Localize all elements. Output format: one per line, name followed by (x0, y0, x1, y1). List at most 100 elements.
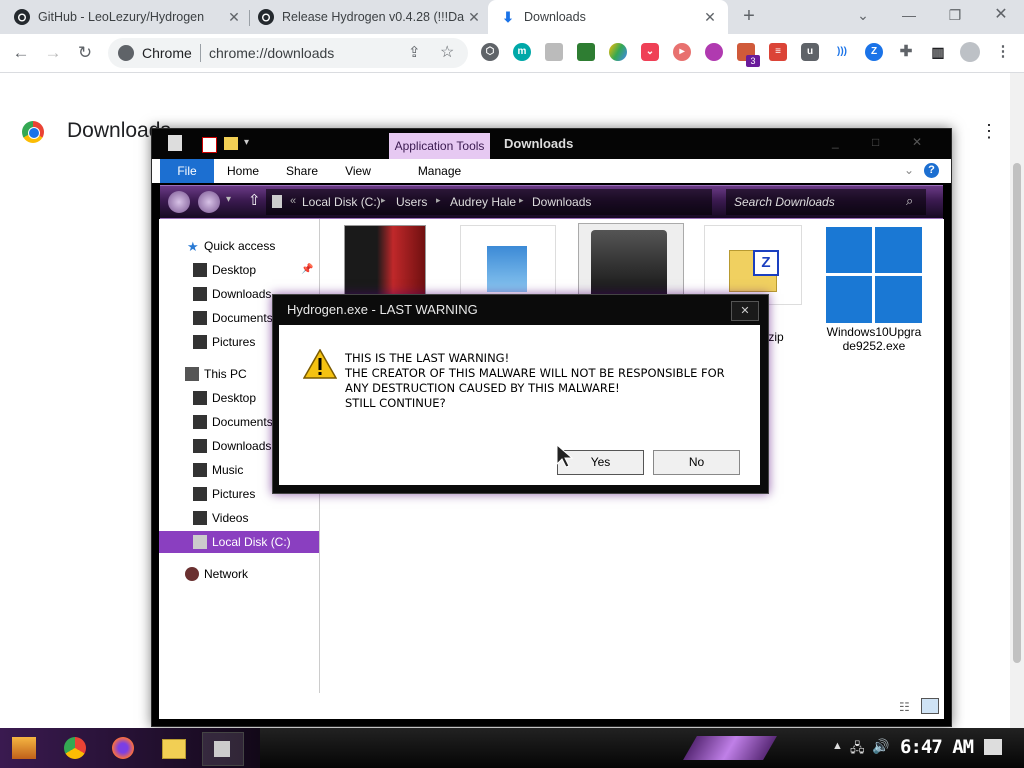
search-box[interactable]: Search Downloads ⌕ (726, 189, 926, 215)
details-view-icon[interactable]: ☷ (899, 700, 910, 714)
large-icons-view-icon[interactable] (921, 698, 939, 714)
file-item[interactable]: Windows10Upgrade9252.exe (818, 225, 922, 355)
chrome-logo-icon (22, 121, 44, 143)
tab-view[interactable]: View (336, 159, 380, 183)
todoist-icon[interactable]: ≡ (769, 43, 787, 61)
omnibox[interactable]: Chrome chrome://downloads ⇪ ☆ (108, 38, 468, 68)
tab-home[interactable]: Home (220, 159, 266, 183)
minimize-button[interactable]: — (886, 0, 932, 30)
nav-pc-local-disk[interactable]: Local Disk (C:) (159, 531, 319, 553)
back-button[interactable]: ← (8, 40, 34, 66)
clock[interactable]: 6:47 AM (900, 736, 974, 758)
tab-manage[interactable]: Manage (389, 159, 490, 183)
nav-pc-videos[interactable]: Videos (159, 507, 319, 529)
tab-github[interactable]: GitHub - LeoLezury/Hydrogen ✕ (14, 0, 242, 34)
volume-icon[interactable]: 🔊 (872, 738, 889, 755)
extension-colorful-icon[interactable] (705, 43, 723, 61)
nav-label: Downloads (212, 439, 272, 453)
reload-button[interactable]: ↻ (72, 40, 98, 66)
no-button[interactable]: No (653, 450, 740, 475)
back-arrow-icon[interactable] (168, 191, 190, 213)
close-tab-icon[interactable]: ✕ (226, 9, 242, 25)
forward-arrow-icon[interactable] (198, 191, 220, 213)
tab-release[interactable]: Release Hydrogen v0.4.28 (!!!Da ✕ (258, 0, 482, 34)
github-icon (14, 9, 30, 25)
breadcrumb-item[interactable]: Downloads (532, 195, 591, 209)
close-window-button[interactable]: ✕ (978, 0, 1024, 30)
action-center-icon[interactable] (984, 739, 1002, 755)
network-tray-icon[interactable]: 🖧 (850, 739, 865, 761)
qat-dropdown-icon[interactable]: ▾ (244, 137, 249, 148)
show-hidden-icons[interactable]: ▲ (832, 740, 843, 752)
pocket-icon[interactable]: ⌄ (641, 43, 659, 61)
tab-share[interactable]: Share (278, 159, 326, 183)
chrome-taskbar-icon[interactable] (64, 737, 86, 759)
extension-green-icon[interactable] (577, 43, 595, 61)
dialog-close-button[interactable]: ✕ (731, 301, 759, 321)
breadcrumb-item[interactable]: Local Disk (C:) (302, 195, 381, 209)
forward-button[interactable]: → (40, 40, 66, 66)
ribbon-expand-icon[interactable]: ⌄ (904, 163, 914, 177)
chrome-logo-icon (118, 45, 134, 61)
nav-label: Local Disk (C:) (212, 535, 291, 549)
tab-file[interactable]: File (160, 159, 214, 183)
bookmark-star-icon[interactable]: ☆ (440, 42, 454, 62)
close-tab-icon[interactable]: ✕ (702, 9, 718, 25)
extension-grey-icon[interactable] (545, 43, 563, 61)
nav-label: Desktop (212, 391, 257, 405)
breadcrumb-item[interactable]: Audrey Hale (450, 195, 516, 209)
read-aloud-icon[interactable]: ))) (833, 43, 851, 61)
extensions-puzzle-icon[interactable]: ✚ (897, 43, 915, 61)
new-tab-button[interactable]: + (738, 5, 760, 27)
star-icon: ★ (187, 239, 199, 254)
file-item[interactable] (460, 225, 556, 305)
help-icon[interactable]: ? (924, 163, 939, 178)
properties-icon[interactable] (202, 137, 217, 153)
start-button[interactable] (12, 737, 36, 759)
drive-icon (193, 535, 207, 549)
profile-avatar[interactable] (960, 42, 980, 62)
file-explorer-taskbar-icon[interactable] (162, 739, 186, 759)
tab-search-icon[interactable]: ⌄ (840, 0, 886, 30)
close-tab-icon[interactable]: ✕ (466, 9, 482, 25)
nav-network[interactable]: Network (159, 563, 319, 585)
extension-hex-icon[interactable]: ⬡ (481, 43, 499, 61)
extension-z-icon[interactable]: Z (865, 43, 883, 61)
nav-label: This PC (204, 367, 247, 381)
file-item[interactable]: Z .zip (704, 225, 802, 344)
ublock-icon[interactable]: u (801, 43, 819, 61)
maximize-button[interactable]: □ (872, 135, 879, 149)
tab-strip: GitHub - LeoLezury/Hydrogen ✕ Release Hy… (0, 0, 1024, 34)
file-item[interactable] (578, 223, 684, 305)
minimize-button[interactable]: _ (832, 135, 839, 149)
firefox-taskbar-icon[interactable] (112, 737, 134, 759)
site-chip: Chrome (142, 45, 192, 61)
explorer-titlebar: ▾ Application Tools Downloads _ □ ✕ (152, 129, 951, 159)
side-panel-icon[interactable]: ▥ (929, 43, 947, 61)
up-arrow-icon[interactable]: ⇧ (248, 191, 261, 209)
page-scrollbar[interactable] (1010, 73, 1024, 728)
message-line: STILL CONTINUE? (345, 396, 446, 410)
new-folder-icon[interactable] (224, 137, 238, 150)
extension-arrow-icon[interactable]: ▸ (673, 43, 691, 61)
share-icon[interactable]: ⇪ (408, 43, 421, 61)
active-window-taskbar-button[interactable] (202, 732, 244, 766)
ribbon-tabs: File Home Share View Manage ⌄ ? (152, 159, 951, 183)
breadcrumb-item[interactable]: Users (396, 195, 427, 209)
documents-icon (193, 311, 207, 325)
recent-locations-icon[interactable]: ▾ (226, 194, 231, 205)
chrome-menu-icon[interactable]: ⋮ (994, 43, 1012, 61)
status-bar: ☷ (159, 693, 944, 719)
nav-quick-access[interactable]: ★ Quick access (159, 235, 319, 257)
videos-icon (193, 511, 207, 525)
tab-downloads[interactable]: ⬇ Downloads ✕ (488, 0, 728, 34)
url-text: chrome://downloads (209, 45, 335, 61)
more-actions-icon[interactable]: ⋮ (980, 121, 998, 142)
nav-qa-desktop[interactable]: Desktop 📌 (159, 259, 319, 281)
close-button[interactable]: ✕ (912, 135, 922, 149)
restore-button[interactable]: ❐ (932, 0, 978, 30)
google-drive-icon[interactable] (609, 43, 627, 61)
extension-m-icon[interactable]: m (513, 43, 531, 61)
breadcrumb[interactable]: « Local Disk (C:) ▸ Users ▸ Audrey Hale … (266, 189, 712, 215)
file-item[interactable] (344, 225, 426, 305)
